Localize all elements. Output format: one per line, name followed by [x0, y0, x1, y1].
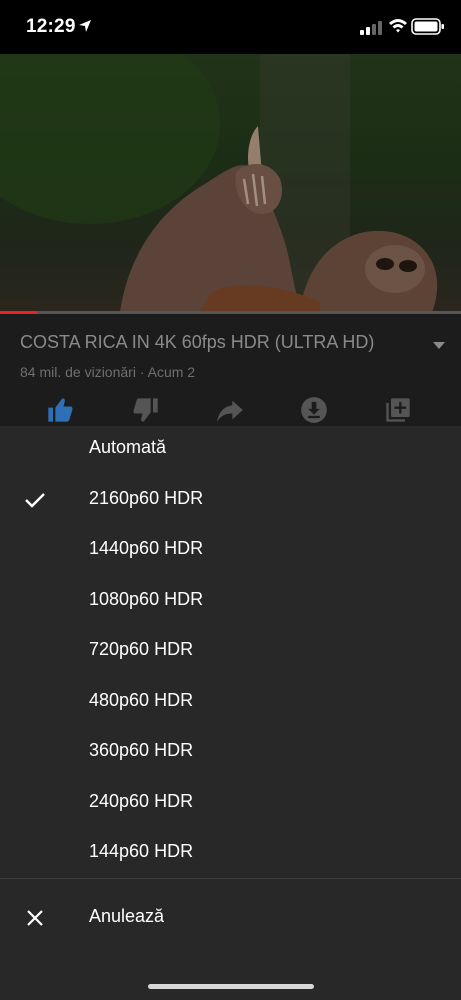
- share-icon[interactable]: [216, 396, 244, 424]
- quality-option-label: 1440p60 HDR: [89, 538, 204, 558]
- video-dim-overlay: [0, 54, 461, 312]
- quality-option-label: 2160p60 HDR: [89, 488, 204, 508]
- cancel-label: Anulează: [89, 906, 165, 926]
- sheet-divider: [0, 878, 461, 879]
- expand-description-icon[interactable]: [433, 342, 445, 350]
- quality-option-label: 240p60 HDR: [89, 791, 194, 811]
- location-arrow-icon: [79, 20, 91, 32]
- quality-option-144p60-hdr[interactable]: 144p60 HDR: [0, 828, 461, 878]
- video-player[interactable]: J K: [0, 54, 461, 312]
- dislike-icon[interactable]: [132, 396, 160, 424]
- add-to-playlist-icon[interactable]: [384, 396, 412, 424]
- checkmark-icon: [25, 493, 45, 508]
- quality-option-label: Automată: [89, 437, 167, 457]
- home-indicator[interactable]: [148, 984, 314, 989]
- quality-option-240p60-hdr[interactable]: 240p60 HDR: [0, 778, 461, 828]
- cellular-signal-icon: [360, 21, 382, 35]
- status-time: 12:29: [26, 16, 76, 37]
- quality-option-1440p60-hdr[interactable]: 1440p60 HDR: [0, 525, 461, 575]
- like-icon[interactable]: [46, 396, 74, 424]
- video-info-panel: COSTA RICA IN 4K 60fps HDR (ULTRA HD) 84…: [0, 314, 461, 426]
- quality-option-720p60-hdr[interactable]: 720p60 HDR: [0, 626, 461, 676]
- wifi-icon: [389, 19, 407, 33]
- video-title: COSTA RICA IN 4K 60fps HDR (ULTRA HD): [20, 332, 375, 352]
- download-icon[interactable]: [300, 396, 328, 424]
- quality-option-label: 1080p60 HDR: [89, 589, 204, 609]
- battery-icon: [411, 18, 444, 35]
- status-bar: 12:29: [0, 0, 461, 54]
- quality-option-2160p60-hdr[interactable]: 2160p60 HDR: [0, 475, 461, 525]
- quality-option-label: 360p60 HDR: [89, 740, 194, 760]
- quality-option-480p60-hdr[interactable]: 480p60 HDR: [0, 677, 461, 727]
- quality-option-label: 480p60 HDR: [89, 690, 194, 710]
- quality-option-1080p60-hdr[interactable]: 1080p60 HDR: [0, 576, 461, 626]
- quality-option-360p60-hdr[interactable]: 360p60 HDR: [0, 727, 461, 777]
- quality-option-label: 720p60 HDR: [89, 639, 194, 659]
- quality-option-auto[interactable]: Automată: [0, 424, 461, 474]
- close-icon: [27, 910, 43, 926]
- video-view-count: 84 mil. de vizionări · Acum 2: [20, 364, 196, 380]
- quality-option-label: 144p60 HDR: [89, 841, 194, 861]
- quality-options-sheet: Automată 2160p60 HDR 1440p60 HDR 1080p60…: [0, 426, 461, 1000]
- cancel-button[interactable]: Anulează: [0, 893, 461, 943]
